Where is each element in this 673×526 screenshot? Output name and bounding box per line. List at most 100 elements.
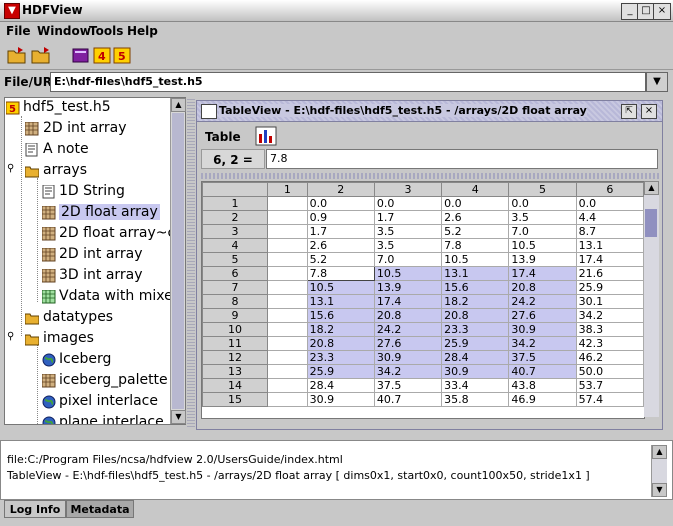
- row-header[interactable]: 13: [202, 364, 269, 379]
- tab-metadata[interactable]: Metadata: [66, 500, 134, 518]
- table-row[interactable]: 11 20.8 27.6 25.9 34.2 42.3: [202, 336, 644, 351]
- scroll-up-icon[interactable]: ▲: [171, 98, 186, 112]
- split-divider[interactable]: [187, 97, 195, 427]
- scroll-down-icon[interactable]: ▼: [171, 410, 186, 424]
- table-row[interactable]: 2 0.9 1.7 2.6 3.5 4.4: [202, 210, 644, 225]
- tab-log-info[interactable]: Log Info: [4, 500, 66, 518]
- table-cell[interactable]: [267, 196, 308, 211]
- table-row[interactable]: 10 18.2 24.2 23.3 30.9 38.3: [202, 322, 644, 337]
- table-cell[interactable]: [267, 280, 308, 295]
- table-cell[interactable]: 8.7: [575, 224, 644, 239]
- table-cell[interactable]: 57.4: [575, 392, 644, 407]
- table-cell[interactable]: 13.1: [306, 294, 375, 309]
- table-cell[interactable]: 28.4: [306, 378, 375, 393]
- row-header[interactable]: 12: [202, 350, 269, 365]
- row-header[interactable]: 5: [202, 252, 269, 267]
- table-cell[interactable]: 7.8: [441, 238, 510, 253]
- table-cell[interactable]: 24.2: [373, 322, 443, 337]
- table-cell[interactable]: [267, 294, 308, 309]
- table-cell[interactable]: 13.1: [575, 238, 644, 253]
- table-cell[interactable]: 13.9: [508, 252, 577, 267]
- scroll-thumb[interactable]: [172, 113, 184, 409]
- row-header[interactable]: 2: [202, 210, 269, 225]
- column-header[interactable]: 6: [575, 182, 644, 197]
- table-cell[interactable]: 40.7: [373, 392, 443, 407]
- scroll-up-icon[interactable]: ▲: [652, 445, 667, 459]
- scroll-down-icon[interactable]: ▼: [652, 483, 667, 497]
- table-cell[interactable]: 13.1: [441, 266, 510, 281]
- table-cell[interactable]: 37.5: [373, 378, 443, 393]
- table-cell[interactable]: 0.0: [508, 196, 577, 211]
- table-row[interactable]: 7 10.5 13.9 15.6 20.8 25.9: [202, 280, 644, 295]
- expand-toggle-icon[interactable]: ⚲: [7, 331, 14, 342]
- table-cell[interactable]: [267, 350, 308, 365]
- row-header[interactable]: 6: [202, 266, 269, 281]
- table-cell[interactable]: 10.5: [373, 266, 443, 281]
- table-row[interactable]: 13 25.9 34.2 30.9 40.7 50.0: [202, 364, 644, 379]
- table-cell[interactable]: 25.9: [441, 336, 510, 351]
- table-cell[interactable]: 18.2: [441, 294, 510, 309]
- table-row[interactable]: 14 28.4 37.5 33.4 43.8 53.7: [202, 378, 644, 393]
- table-cell[interactable]: 23.3: [441, 322, 510, 337]
- row-header[interactable]: 9: [202, 308, 269, 323]
- table-cell[interactable]: [267, 224, 308, 239]
- row-header[interactable]: 7: [202, 280, 269, 295]
- row-header[interactable]: 3: [202, 224, 269, 239]
- table-cell[interactable]: 15.6: [441, 280, 510, 295]
- table-cell[interactable]: 10.5: [306, 280, 375, 295]
- table-row[interactable]: 5 5.2 7.0 10.5 13.9 17.4: [202, 252, 644, 267]
- table-row[interactable]: 12 23.3 30.9 28.4 37.5 46.2: [202, 350, 644, 365]
- scroll-thumb[interactable]: [645, 209, 657, 237]
- table-cell[interactable]: 23.3: [306, 350, 375, 365]
- close-icon[interactable]: ×: [641, 104, 657, 119]
- table-cell[interactable]: 30.9: [306, 392, 375, 407]
- table-cell[interactable]: 27.6: [508, 308, 577, 323]
- table-scrollbar[interactable]: ▲: [644, 181, 659, 417]
- table-cell[interactable]: 34.2: [373, 364, 443, 379]
- cell-value-input[interactable]: 7.8: [266, 149, 658, 169]
- scroll-up-icon[interactable]: ▲: [644, 181, 659, 195]
- table-cell[interactable]: 35.8: [441, 392, 510, 407]
- restore-icon[interactable]: ⇱: [621, 104, 637, 119]
- menu-file[interactable]: File: [6, 24, 31, 38]
- table-cell[interactable]: 0.0: [306, 196, 375, 211]
- table-cell[interactable]: [267, 378, 308, 393]
- row-header[interactable]: 1: [202, 196, 269, 211]
- table-cell[interactable]: 25.9: [575, 280, 644, 295]
- data-table[interactable]: 1 2 3 4 5 6 1 0.0 0.0 0.0 0.0 0.0 2 0.9 1.7 2.6 3.…: [201, 181, 645, 419]
- table-cell[interactable]: 30.9: [441, 364, 510, 379]
- chevron-down-icon[interactable]: ▼: [646, 72, 668, 92]
- table-cell[interactable]: 33.4: [441, 378, 510, 393]
- table-cell[interactable]: 37.5: [508, 350, 577, 365]
- log-scrollbar[interactable]: ▲ ▼: [651, 445, 667, 497]
- table-cell[interactable]: 30.1: [575, 294, 644, 309]
- table-cell[interactable]: 10.5: [441, 252, 510, 267]
- table-cell[interactable]: 21.6: [575, 266, 644, 281]
- table-cell[interactable]: 7.0: [373, 252, 443, 267]
- hdf4-library-icon[interactable]: 4: [92, 45, 114, 65]
- table-row[interactable]: 1 0.0 0.0 0.0 0.0 0.0: [202, 196, 644, 211]
- row-header[interactable]: 10: [202, 322, 269, 337]
- menu-table[interactable]: Table: [205, 130, 241, 144]
- table-cell[interactable]: 34.2: [508, 336, 577, 351]
- table-cell[interactable]: 3.5: [508, 210, 577, 225]
- url-combobox[interactable]: E:\hdf-files\hdf5_test.h5: [50, 72, 646, 92]
- table-cell[interactable]: 15.6: [306, 308, 375, 323]
- table-cell[interactable]: 24.2: [508, 294, 577, 309]
- table-cell[interactable]: [267, 392, 308, 407]
- table-cell[interactable]: 17.4: [575, 252, 644, 267]
- row-header[interactable]: 14: [202, 378, 269, 393]
- row-header[interactable]: 8: [202, 294, 269, 309]
- table-cell[interactable]: 7.0: [508, 224, 577, 239]
- table-row[interactable]: 3 1.7 3.5 5.2 7.0 8.7: [202, 224, 644, 239]
- table-cell[interactable]: [267, 364, 308, 379]
- table-cell[interactable]: 20.8: [306, 336, 375, 351]
- table-cell[interactable]: 42.3: [575, 336, 644, 351]
- close-folder-icon[interactable]: [30, 45, 52, 65]
- menu-window[interactable]: Window: [37, 24, 91, 38]
- tableview-titlebar[interactable]: TableView - E:\hdf-files\hdf5_test.h5 - …: [197, 101, 662, 122]
- table-cell[interactable]: [267, 308, 308, 323]
- table-cell[interactable]: 20.8: [373, 308, 443, 323]
- table-cell[interactable]: 0.0: [373, 196, 443, 211]
- table-cell[interactable]: 13.9: [373, 280, 443, 295]
